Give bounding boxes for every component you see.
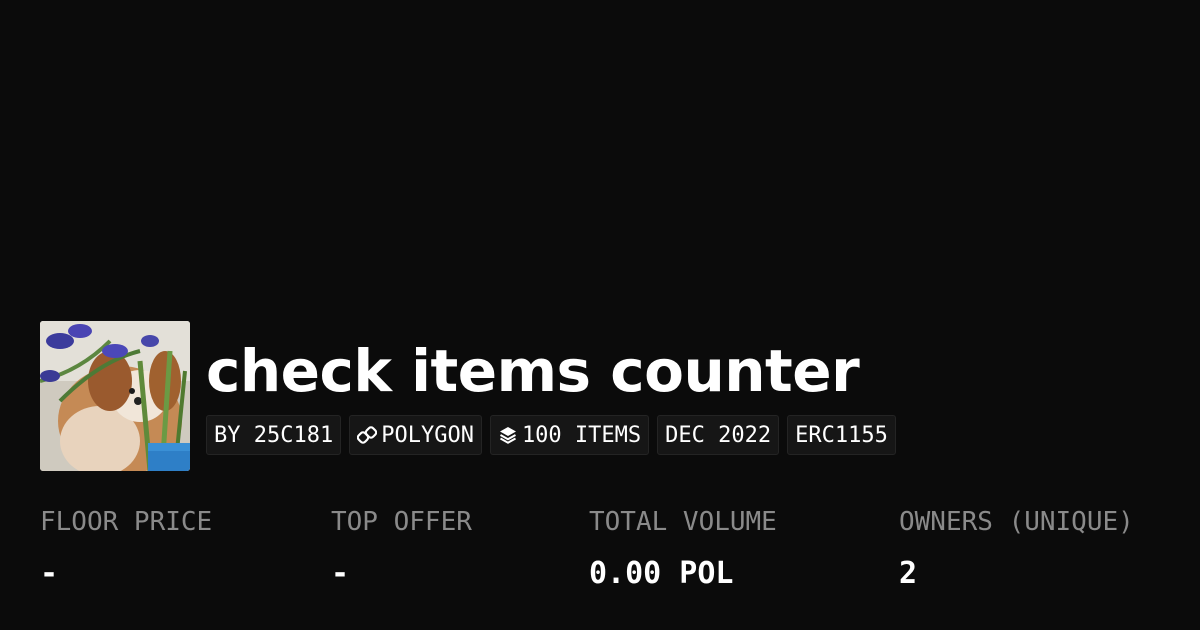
stat-top-offer: TOP OFFER - [331,500,472,604]
stat-owners: OWNERS (UNIQUE) 2 [899,500,1134,604]
stat-value: - [40,556,59,591]
collection-badges: BY 25C181 POLYGON 100 ITEMS DEC 2022 ERC… [206,415,896,455]
date-badge: DEC 2022 [657,415,780,455]
stat-label: TOTAL VOLUME [589,507,777,537]
chain-badge-label: POLYGON [381,422,474,448]
collection-stats: FLOOR PRICE - TOP OFFER - TOTAL VOLUME 0… [0,500,1200,610]
creator-badge-label: BY 25C181 [214,422,334,448]
stat-label: FLOOR PRICE [40,507,213,537]
collection-avatar-image [40,321,190,471]
layers-icon [499,427,516,444]
stat-floor-price: FLOOR PRICE - [40,500,212,604]
stat-value: 2 [899,556,918,591]
stat-label: TOP OFFER [331,507,472,537]
chain-badge[interactable]: POLYGON [349,415,482,455]
collection-title: check items counter [206,337,860,405]
items-badge[interactable]: 100 ITEMS [489,415,650,455]
date-badge-label: DEC 2022 [665,422,772,448]
chain-link-icon [357,426,378,444]
collection-og-card: check items counter BY 25C181 POLYGON 10… [0,0,1200,630]
stat-label: OWNERS (UNIQUE) [899,507,1134,537]
stat-total-volume: TOTAL VOLUME 0.00 POL [589,500,777,604]
stat-value: 0.00 POL [589,556,734,591]
standard-badge: ERC1155 [787,415,896,455]
creator-badge[interactable]: BY 25C181 [206,415,342,455]
stat-value: - [331,556,350,591]
standard-badge-label: ERC1155 [795,422,888,448]
collection-avatar [40,321,190,471]
items-badge-label: 100 ITEMS [521,422,642,448]
